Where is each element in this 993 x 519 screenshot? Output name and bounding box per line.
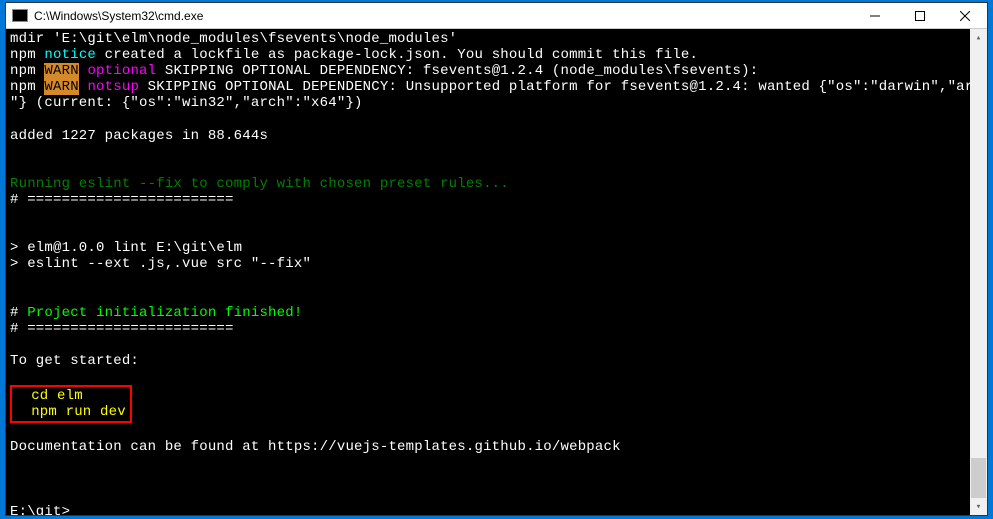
output-line: > eslint --ext .js,.vue src "--fix" [10, 256, 311, 272]
prompt: E:\git> [10, 504, 70, 515]
output-line: Documentation can be found at https://vu… [10, 439, 621, 455]
output-line: Running eslint --fix to comply with chos… [10, 176, 509, 192]
warn-label: WARN [44, 79, 78, 95]
output-line: created a lockfile as package-lock.json.… [96, 47, 698, 63]
output-line: # ======================== [10, 192, 234, 208]
window-title: C:\Windows\System32\cmd.exe [34, 9, 852, 23]
minimize-button[interactable] [852, 3, 897, 28]
scroll-up-button[interactable]: ▴ [970, 29, 987, 46]
cmd-window: C:\Windows\System32\cmd.exe mdir 'E:\git… [5, 2, 988, 516]
output-line: To get started: [10, 353, 139, 369]
cmd-cd: cd elm [14, 388, 83, 404]
scrollbar-thumb[interactable] [971, 458, 986, 498]
warn-label: WARN [44, 63, 78, 79]
output-line: "} (current: {"os":"win32","arch":"x64"}… [10, 95, 363, 111]
scroll-down-button[interactable]: ▾ [970, 498, 987, 515]
hash-label: # [10, 305, 19, 321]
close-button[interactable] [942, 3, 987, 28]
maximize-button[interactable] [897, 3, 942, 28]
scrollbar-track[interactable] [970, 46, 987, 498]
optional-label: optional [87, 63, 156, 79]
output-line: SKIPPING OPTIONAL DEPENDENCY: fsevents@1… [156, 63, 758, 79]
titlebar[interactable]: C:\Windows\System32\cmd.exe [6, 3, 987, 29]
highlighted-commands: cd elm npm run dev [10, 385, 132, 423]
npm-label: npm [10, 79, 36, 95]
npm-label: npm [10, 47, 36, 63]
notsup-label: notsup [87, 79, 139, 95]
terminal-area: mdir 'E:\git\elm\node_modules\fsevents\n… [6, 29, 987, 515]
output-line: # ======================== [10, 321, 234, 337]
output-line: > elm@1.0.0 lint E:\git\elm [10, 240, 242, 256]
titlebar-buttons [852, 3, 987, 28]
output-line: mdir 'E:\git\elm\node_modules\fsevents\n… [10, 31, 457, 47]
cmd-icon [12, 9, 28, 22]
terminal-output[interactable]: mdir 'E:\git\elm\node_modules\fsevents\n… [6, 29, 970, 515]
output-line: SKIPPING OPTIONAL DEPENDENCY: Unsupporte… [139, 79, 970, 95]
notice-label: notice [44, 47, 96, 63]
npm-label: npm [10, 63, 36, 79]
scrollbar[interactable]: ▴ ▾ [970, 29, 987, 515]
output-line: Project initialization finished! [19, 305, 303, 321]
output-line: added 1227 packages in 88.644s [10, 128, 268, 144]
cmd-run: npm run dev [14, 404, 126, 420]
